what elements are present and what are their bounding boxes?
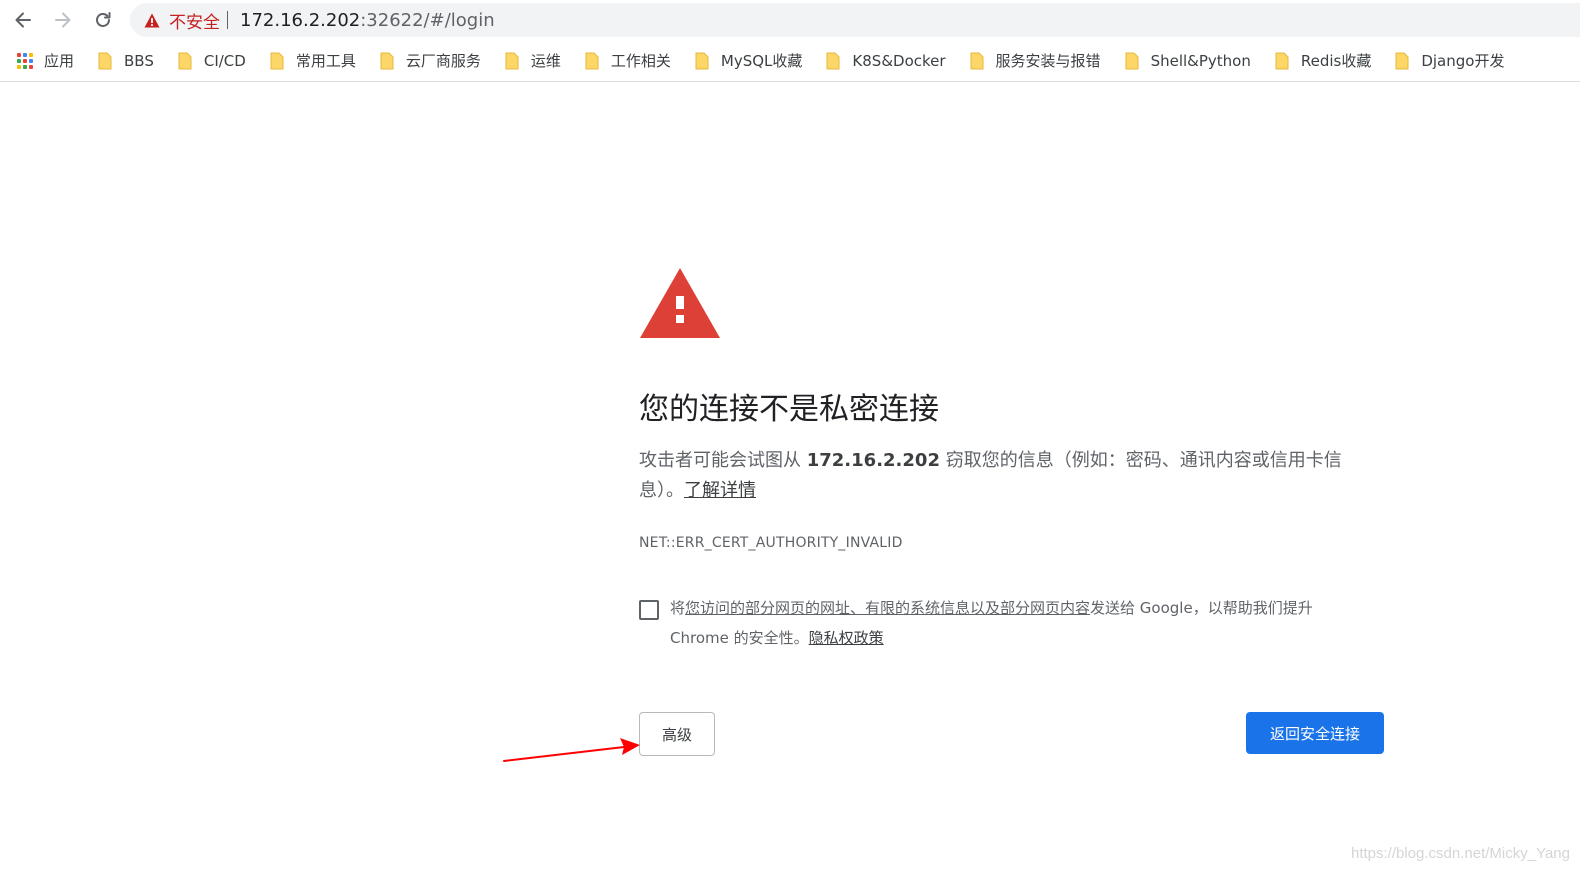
folder-icon	[1123, 52, 1141, 70]
bookmark-folder[interactable]: 运维	[503, 50, 561, 71]
browser-toolbar: 不安全 172.16.2.202:32622/#/login	[0, 0, 1580, 40]
bookmark-label: BBS	[124, 51, 154, 70]
bookmark-label: Redis收藏	[1300, 52, 1372, 70]
button-row: 高级 返回安全连接	[639, 712, 1384, 756]
optin-data-link[interactable]: 您访问的部分网页的网址、有限的系统信息以及部分网页内容	[685, 599, 1090, 617]
forward-button[interactable]	[49, 6, 77, 34]
bookmark-folder[interactable]: BBS	[96, 52, 154, 70]
bookmark-label: MySQL收藏	[720, 52, 803, 70]
divider	[227, 11, 228, 29]
explanation-host: 172.16.2.202	[806, 450, 940, 471]
bookmark-folder[interactable]: CI/CD	[176, 52, 246, 70]
folder-icon	[968, 52, 986, 70]
bookmark-apps[interactable]: 应用	[16, 50, 74, 71]
not-secure-label[interactable]: 不安全	[169, 8, 220, 33]
watermark: https://blog.csdn.net/Micky_Yang	[1350, 845, 1570, 862]
page-title: 您的连接不是私密连接	[639, 392, 939, 427]
optin-prefix: 将	[670, 599, 686, 617]
bookmark-folder[interactable]: Django开发	[1393, 50, 1504, 71]
back-button[interactable]	[9, 6, 37, 34]
bookmarks-bar: 应用 BBS CI/CD 常用工具 云厂商服务 运维 工作相关 MySQL收藏 …	[0, 40, 1580, 82]
back-to-safety-button[interactable]: 返回安全连接	[1246, 712, 1384, 754]
folder-icon	[824, 52, 842, 70]
explanation-prefix: 攻击者可能会试图从	[639, 450, 807, 471]
explanation-text: 攻击者可能会试图从 172.16.2.202 窃取您的信息（例如：密码、通讯内容…	[639, 446, 1359, 506]
arrow-right-icon	[55, 12, 71, 28]
bookmark-folder[interactable]: 工作相关	[583, 50, 671, 71]
folder-icon	[503, 52, 521, 70]
bookmark-label: 工作相关	[610, 52, 671, 70]
bookmark-folder[interactable]: 服务安装与报错	[968, 50, 1101, 71]
folder-icon	[96, 52, 114, 70]
folder-icon	[583, 52, 601, 70]
arrow-left-icon	[15, 12, 31, 28]
url-text[interactable]: 172.16.2.202:32622/#/login	[240, 10, 495, 31]
optin-text: 将您访问的部分网页的网址、有限的系统信息以及部分网页内容发送给 Google，以…	[670, 593, 1370, 653]
safe-browsing-optin: 将您访问的部分网页的网址、有限的系统信息以及部分网页内容发送给 Google，以…	[639, 597, 1384, 653]
bookmark-folder[interactable]: 云厂商服务	[378, 50, 481, 71]
apps-icon	[16, 52, 34, 70]
url-host: 172.16.2.202	[240, 9, 361, 31]
bookmark-label: Shell&Python	[1150, 51, 1251, 70]
annotation-arrow-icon	[503, 738, 640, 762]
folder-icon	[176, 52, 194, 70]
folder-icon	[268, 52, 286, 70]
bookmark-label: K8S&Docker	[852, 51, 946, 70]
bookmark-label: 服务安装与报错	[995, 52, 1101, 70]
bookmark-label: 运维	[530, 52, 561, 70]
bookmark-label: 云厂商服务	[405, 52, 481, 70]
url-path: :32622/#/login	[360, 9, 495, 31]
reload-icon	[96, 12, 111, 27]
bookmark-label: 应用	[44, 52, 75, 70]
address-bar[interactable]: 不安全 172.16.2.202:32622/#/login	[130, 3, 1580, 37]
optin-checkbox[interactable]	[639, 600, 659, 620]
advanced-button[interactable]: 高级	[639, 712, 715, 756]
error-code[interactable]: NET::ERR_CERT_AUTHORITY_INVALID	[639, 535, 1384, 551]
learn-more-link[interactable]: 了解详情	[684, 480, 756, 501]
bookmark-label: CI/CD	[203, 51, 246, 70]
reload-button[interactable]	[89, 6, 117, 34]
bookmark-folder[interactable]: 常用工具	[268, 50, 356, 71]
folder-icon	[378, 52, 396, 70]
bookmark-folder[interactable]: Shell&Python	[1123, 52, 1251, 70]
folder-icon	[693, 52, 711, 70]
bookmark-label: Django开发	[1421, 52, 1505, 70]
warning-triangle-icon[interactable]	[143, 11, 161, 29]
privacy-policy-link[interactable]: 隐私权政策	[809, 629, 884, 647]
bookmark-folder[interactable]: Redis收藏	[1273, 50, 1371, 71]
interstitial-content: 您的连接不是私密连接 攻击者可能会试图从 172.16.2.202 窃取您的信息…	[639, 266, 1384, 653]
bookmark-folder[interactable]: K8S&Docker	[824, 51, 946, 70]
danger-warning-icon	[640, 268, 720, 338]
bookmark-label: 常用工具	[295, 52, 356, 70]
folder-icon	[1273, 52, 1291, 70]
folder-icon	[1393, 52, 1411, 70]
bookmark-folder[interactable]: MySQL收藏	[693, 50, 803, 71]
